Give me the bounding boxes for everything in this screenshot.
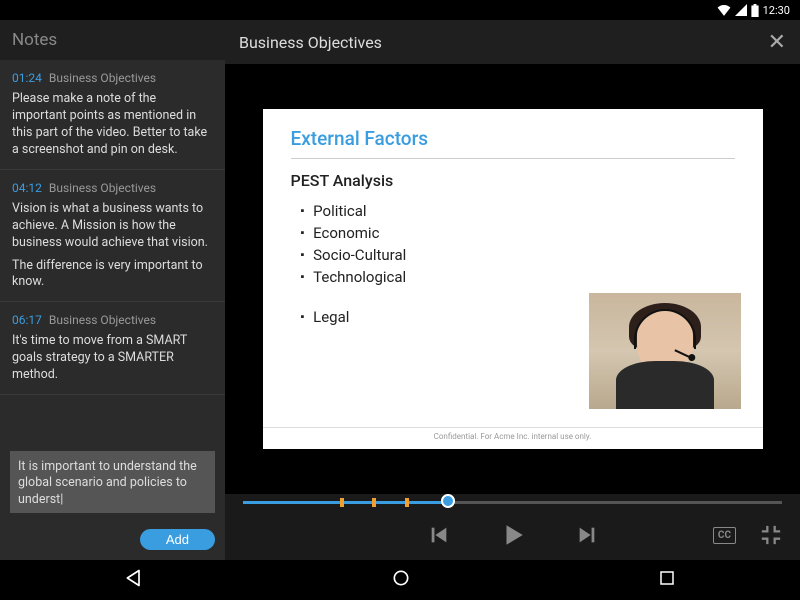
- slide-divider: [291, 158, 735, 159]
- video-header: Business Objectives ✕: [225, 20, 800, 64]
- wifi-icon: [717, 4, 731, 16]
- sidebar-title: Notes: [0, 20, 225, 60]
- slide-list-item: Socio-Cultural: [301, 244, 735, 266]
- slide-list-item: Economic: [301, 222, 735, 244]
- android-status-bar: 12:30: [0, 0, 800, 20]
- progress-marker[interactable]: [372, 498, 376, 507]
- presenter-video-thumbnail: [589, 293, 741, 409]
- progress-marker[interactable]: [340, 498, 344, 507]
- slide-list-item: Technological: [301, 266, 735, 288]
- note-title: Business Objectives: [49, 313, 156, 327]
- slide-title: External Factors: [291, 127, 735, 150]
- note-item[interactable]: 01:24 Business Objectives Please make a …: [0, 60, 225, 170]
- progress-thumb[interactable]: [441, 494, 455, 508]
- android-nav-bar: [0, 560, 800, 600]
- note-title: Business Objectives: [49, 71, 156, 85]
- slide-footer: Confidential. For Acme Inc. internal use…: [263, 427, 763, 441]
- slide-list-item: Political: [301, 200, 735, 222]
- slide-subtitle: PEST Analysis: [291, 171, 735, 190]
- note-body: It's time to move from a SMART goals str…: [12, 333, 213, 384]
- note-input[interactable]: [10, 451, 215, 513]
- note-title: Business Objectives: [49, 181, 156, 195]
- status-time: 12:30: [763, 4, 790, 17]
- note-item[interactable]: 04:12 Business Objectives Vision is what…: [0, 170, 225, 303]
- note-timestamp: 01:24: [12, 71, 42, 85]
- note-timestamp: 06:17: [12, 313, 42, 327]
- video-area[interactable]: External Factors PEST Analysis Political…: [225, 64, 800, 494]
- previous-button[interactable]: [428, 524, 450, 546]
- add-note-button[interactable]: Add: [140, 529, 215, 550]
- play-button[interactable]: [500, 522, 526, 548]
- note-body: Please make a note of the important poin…: [12, 91, 213, 159]
- recent-apps-button[interactable]: [658, 569, 676, 591]
- battery-icon: [751, 4, 759, 17]
- progress-marker[interactable]: [405, 498, 409, 507]
- home-button[interactable]: [391, 568, 411, 592]
- note-body: Vision is what a business wants to achie…: [12, 201, 213, 291]
- note-timestamp: 04:12: [12, 181, 42, 195]
- progress-bar[interactable]: [225, 494, 800, 510]
- notes-list[interactable]: 01:24 Business Objectives Please make a …: [0, 60, 225, 443]
- signal-icon: [735, 4, 747, 16]
- video-title: Business Objectives: [239, 33, 382, 52]
- back-button[interactable]: [124, 568, 144, 592]
- close-icon[interactable]: ✕: [768, 30, 786, 55]
- fullscreen-exit-icon[interactable]: [760, 524, 782, 546]
- slide-content: External Factors PEST Analysis Political…: [263, 109, 763, 449]
- notes-sidebar: Notes 01:24 Business Objectives Please m…: [0, 20, 225, 560]
- note-item[interactable]: 06:17 Business Objectives It's time to m…: [0, 302, 225, 395]
- closed-captions-button[interactable]: CC: [713, 527, 736, 544]
- next-button[interactable]: [576, 524, 598, 546]
- progress-fill: [243, 501, 448, 504]
